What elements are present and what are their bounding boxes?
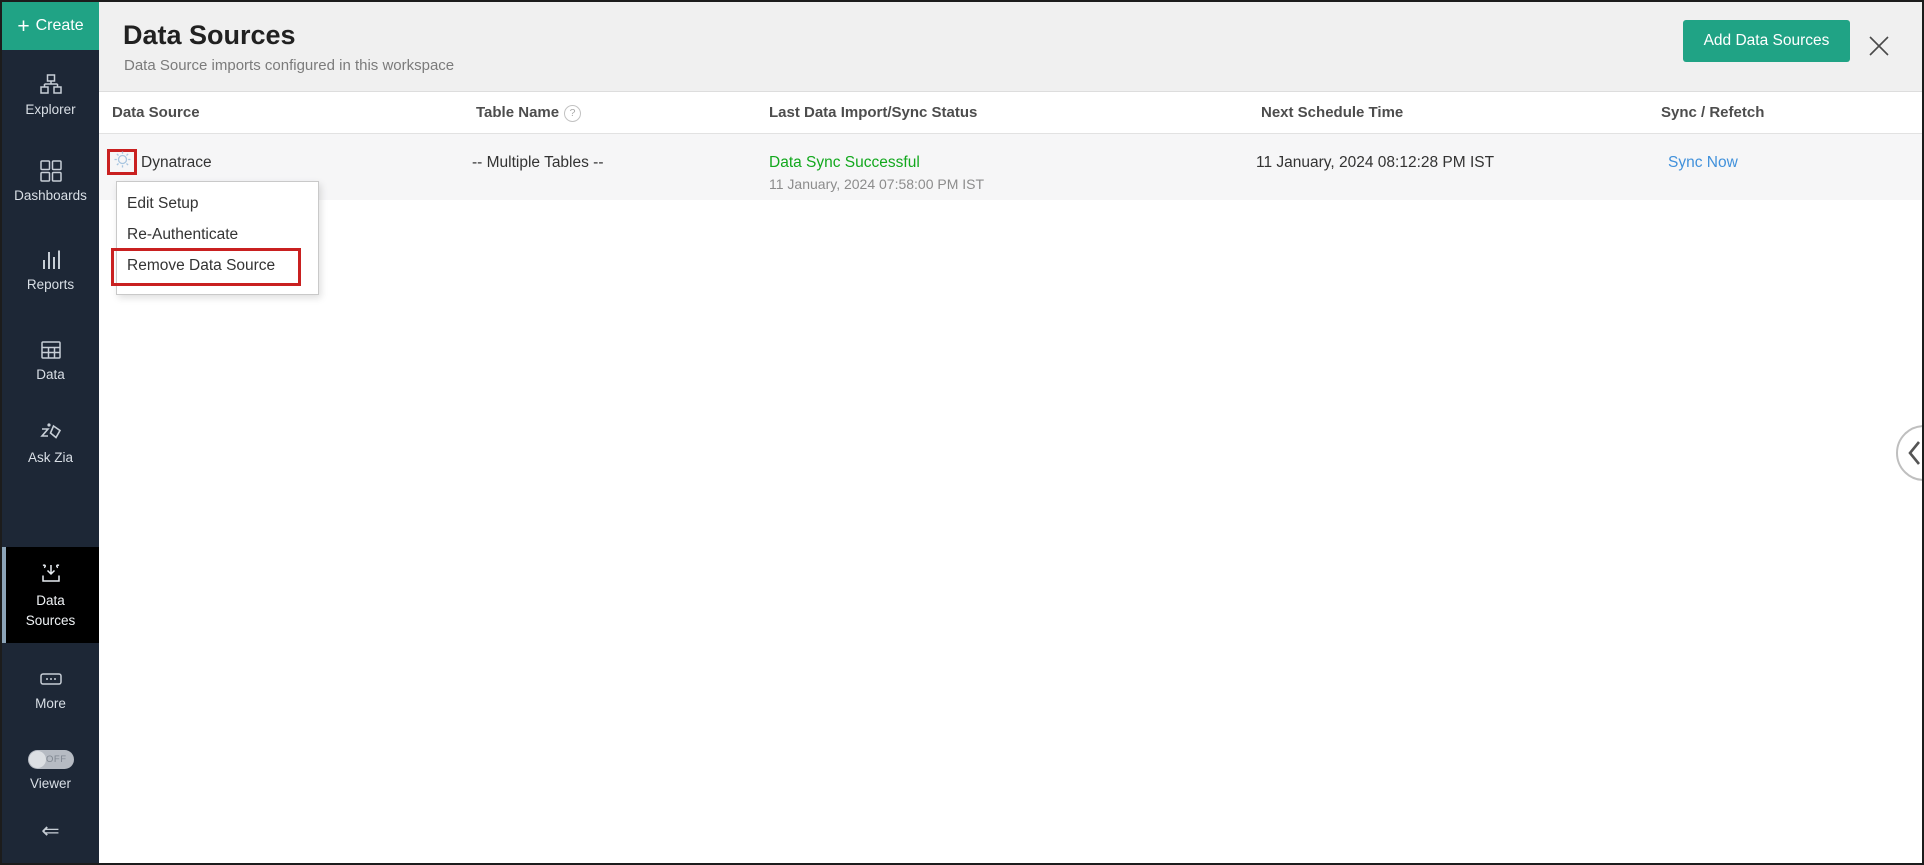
viewer-toggle[interactable]: OFF: [27, 750, 74, 769]
row-sync-status: Data Sync Successful: [769, 154, 920, 171]
ask-zia-icon: [39, 422, 62, 444]
menu-item-edit-setup[interactable]: Edit Setup: [117, 188, 318, 219]
reports-icon: [40, 249, 62, 271]
data-table-icon: [40, 339, 62, 361]
sidebar: + Create Explorer Dashboards Reports Dat…: [2, 2, 99, 863]
table-row: [99, 134, 1922, 200]
toggle-state-label: OFF: [46, 754, 67, 765]
chevron-left-icon: [1908, 441, 1921, 465]
column-header-sync-refetch: Sync / Refetch: [1661, 104, 1765, 121]
column-header-data-source: Data Source: [112, 104, 200, 121]
sidebar-item-label: Ask Zia: [27, 450, 73, 465]
add-data-sources-label: Add Data Sources: [1703, 32, 1830, 49]
sidebar-item-label: Sources: [25, 612, 76, 628]
column-header-label: Table Name: [476, 104, 560, 121]
sidebar-item-label: Reports: [26, 277, 75, 292]
row-next-schedule-time: 11 January, 2024 08:12:28 PM IST: [1256, 154, 1495, 171]
sidebar-item-data-sources[interactable]: Data Sources: [2, 547, 99, 643]
close-button[interactable]: [1866, 33, 1892, 59]
sidebar-item-label: Dashboards: [14, 188, 87, 203]
column-header-sync-status: Last Data Import/Sync Status: [769, 104, 978, 121]
row-settings-annotation-box: [107, 149, 137, 175]
sidebar-item-data[interactable]: Data: [2, 339, 99, 382]
viewer-label: Viewer: [29, 776, 72, 791]
expand-panel-button[interactable]: [1896, 425, 1922, 481]
sidebar-item-more[interactable]: More: [2, 668, 99, 711]
column-header-next-schedule: Next Schedule Time: [1261, 104, 1404, 121]
data-sources-icon: [39, 562, 63, 589]
menu-item-re-authenticate[interactable]: Re-Authenticate: [117, 219, 318, 250]
create-button[interactable]: + Create: [2, 2, 99, 50]
help-icon[interactable]: ?: [564, 104, 582, 122]
sidebar-item-label: Explorer: [25, 102, 76, 117]
menu-item-remove-data-source[interactable]: Remove Data Source: [117, 250, 318, 281]
row-sync-status-time: 11 January, 2024 07:58:00 PM IST: [769, 176, 985, 192]
viewer-toggle-group: OFF Viewer: [2, 750, 99, 791]
close-icon: [1869, 36, 1889, 56]
sidebar-item-dashboards[interactable]: Dashboards: [2, 160, 99, 203]
sidebar-item-label: More: [35, 696, 66, 711]
page-title: Data Sources: [123, 20, 296, 50]
toggle-knob: [28, 751, 46, 768]
page-subtitle: Data Source imports configured in this w…: [124, 57, 455, 74]
row-data-source-name[interactable]: Dynatrace: [141, 154, 212, 172]
gear-icon[interactable]: [113, 150, 132, 174]
page-header: [99, 2, 1922, 92]
app-window: + Create Explorer Dashboards Reports Dat…: [0, 0, 1924, 865]
sidebar-item-label: Data: [36, 367, 65, 382]
sidebar-item-ask-zia[interactable]: Ask Zia: [2, 422, 99, 465]
sidebar-item-explorer[interactable]: Explorer: [2, 74, 99, 117]
table-header-row: [99, 92, 1922, 134]
dashboards-icon: [39, 160, 62, 182]
explorer-icon: [39, 74, 62, 96]
more-icon: [39, 668, 63, 690]
sidebar-item-label: Data: [36, 592, 65, 608]
collapse-sidebar-icon: ⇐: [41, 818, 60, 843]
create-button-label: Create: [35, 17, 84, 34]
collapse-sidebar-button[interactable]: ⇐: [2, 818, 99, 844]
context-menu: Edit Setup Re-Authenticate Remove Data S…: [116, 181, 319, 295]
sidebar-item-reports[interactable]: Reports: [2, 249, 99, 292]
column-header-table-name: Table Name ?: [476, 92, 582, 134]
row-table-name: -- Multiple Tables --: [472, 154, 604, 171]
add-data-sources-button[interactable]: Add Data Sources: [1683, 20, 1850, 62]
sync-now-link[interactable]: Sync Now: [1668, 154, 1738, 172]
plus-icon: +: [17, 14, 30, 38]
